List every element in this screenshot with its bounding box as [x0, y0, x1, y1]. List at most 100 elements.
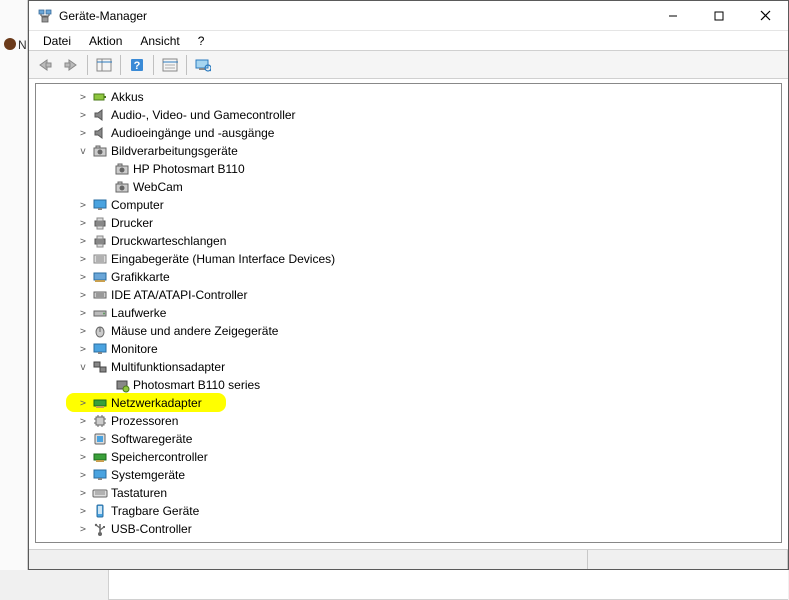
- tree-item-storage[interactable]: > Speichercontroller: [36, 448, 781, 466]
- tree-label: Multifunktionsadapter: [111, 360, 225, 374]
- window-controls: [650, 1, 788, 30]
- chevron-right-icon[interactable]: >: [76, 236, 90, 247]
- chevron-right-icon[interactable]: >: [76, 128, 90, 139]
- minimize-button[interactable]: [650, 1, 696, 30]
- system-device-icon: [92, 467, 108, 483]
- tree-item-webcam[interactable]: WebCam: [36, 178, 781, 196]
- background-panel: [0, 0, 28, 570]
- tree-item-ide[interactable]: > IDE ATA/ATAPI-Controller: [36, 286, 781, 304]
- menu-action[interactable]: Aktion: [81, 33, 130, 49]
- tree-item-printqueue[interactable]: > Druckwarteschlangen: [36, 232, 781, 250]
- tree-label: Mäuse und andere Zeigegeräte: [111, 324, 278, 338]
- tree-label: Netzwerkadapter: [111, 396, 202, 410]
- show-hide-tree-button[interactable]: [92, 54, 116, 76]
- tree-item-mice[interactable]: > Mäuse und andere Zeigegeräte: [36, 322, 781, 340]
- background-app-letter: N: [18, 38, 27, 52]
- properties-button[interactable]: [158, 54, 182, 76]
- window-icon: [37, 8, 53, 24]
- tree-label: Grafikkarte: [111, 270, 170, 284]
- tree-item-photosmart-series[interactable]: Photosmart B110 series: [36, 376, 781, 394]
- tree-label: Eingabegeräte (Human Interface Devices): [111, 252, 335, 266]
- tree-item-akkus[interactable]: > Akkus: [36, 88, 781, 106]
- tree-item-audioio[interactable]: > Audioeingänge und -ausgänge: [36, 124, 781, 142]
- chevron-right-icon[interactable]: >: [76, 344, 90, 355]
- chevron-right-icon[interactable]: >: [76, 200, 90, 211]
- svg-text:?: ?: [134, 60, 141, 72]
- usb-icon: [92, 521, 108, 537]
- maximize-button[interactable]: [696, 1, 742, 30]
- tree-item-hp-photosmart[interactable]: HP Photosmart B110: [36, 160, 781, 178]
- tree-label: Audio-, Video- und Gamecontroller: [111, 108, 296, 122]
- tree-item-cpu[interactable]: > Prozessoren: [36, 412, 781, 430]
- scan-hardware-button[interactable]: [191, 54, 215, 76]
- chevron-right-icon[interactable]: >: [76, 524, 90, 535]
- chevron-right-icon[interactable]: >: [76, 272, 90, 283]
- chevron-down-icon[interactable]: v: [76, 362, 90, 373]
- help-button[interactable]: ?: [125, 54, 149, 76]
- tree-label: Photosmart B110 series: [133, 378, 260, 392]
- chevron-right-icon[interactable]: >: [76, 470, 90, 481]
- tree-label: Tastaturen: [111, 486, 167, 500]
- toolbar-separator: [120, 55, 121, 75]
- tree-item-graphics[interactable]: > Grafikkarte: [36, 268, 781, 286]
- network-adapter-icon: [92, 395, 108, 411]
- menu-help[interactable]: ?: [190, 33, 213, 49]
- titlebar: Geräte-Manager: [29, 1, 788, 31]
- menu-file[interactable]: Datei: [35, 33, 79, 49]
- chevron-right-icon[interactable]: >: [76, 110, 90, 121]
- chevron-down-icon[interactable]: v: [76, 146, 90, 157]
- device-tree: > Akkus > Audio-, Video- und Gamecontrol…: [36, 84, 781, 542]
- tree-label: USB-Controller: [111, 522, 192, 536]
- tree-item-imaging[interactable]: v Bildverarbeitungsgeräte: [36, 142, 781, 160]
- tree-item-keyboards[interactable]: > Tastaturen: [36, 484, 781, 502]
- tree-label: Drucker: [111, 216, 153, 230]
- drive-icon: [92, 305, 108, 321]
- tree-label: Prozessoren: [111, 414, 178, 428]
- tree-item-system[interactable]: > Systemgeräte: [36, 466, 781, 484]
- chevron-right-icon[interactable]: >: [76, 488, 90, 499]
- printer-icon: [92, 215, 108, 231]
- cpu-icon: [92, 413, 108, 429]
- tree-item-audio[interactable]: > Audio-, Video- und Gamecontroller: [36, 106, 781, 124]
- forward-button[interactable]: [59, 54, 83, 76]
- chevron-right-icon[interactable]: >: [76, 434, 90, 445]
- tree-label: Speichercontroller: [111, 450, 208, 464]
- speaker-icon: [92, 125, 108, 141]
- device-tree-container[interactable]: > Akkus > Audio-, Video- und Gamecontrol…: [35, 83, 782, 543]
- tree-label: HP Photosmart B110: [133, 162, 245, 176]
- chevron-right-icon[interactable]: >: [76, 326, 90, 337]
- tree-item-computer[interactable]: > Computer: [36, 196, 781, 214]
- tree-item-multifunc[interactable]: v Multifunktionsadapter: [36, 358, 781, 376]
- statusbar: [29, 549, 788, 569]
- tree-item-software[interactable]: > Softwaregeräte: [36, 430, 781, 448]
- chevron-right-icon[interactable]: >: [76, 254, 90, 265]
- tree-item-drives[interactable]: > Laufwerke: [36, 304, 781, 322]
- storage-controller-icon: [92, 449, 108, 465]
- chevron-right-icon[interactable]: >: [76, 416, 90, 427]
- keyboard-icon: [92, 485, 108, 501]
- tree-label: Akkus: [111, 90, 144, 104]
- chevron-right-icon[interactable]: >: [76, 290, 90, 301]
- toolbar: ?: [29, 51, 788, 79]
- multifunction-device-icon: [114, 377, 130, 393]
- tree-item-monitors[interactable]: > Monitore: [36, 340, 781, 358]
- back-button[interactable]: [33, 54, 57, 76]
- chevron-right-icon[interactable]: >: [76, 452, 90, 463]
- tree-item-printer[interactable]: > Drucker: [36, 214, 781, 232]
- chevron-right-icon[interactable]: >: [76, 308, 90, 319]
- menu-view[interactable]: Ansicht: [132, 33, 187, 49]
- close-button[interactable]: [742, 1, 788, 30]
- chevron-right-icon[interactable]: >: [76, 218, 90, 229]
- tree-label: Softwaregeräte: [111, 432, 192, 446]
- tree-item-usb[interactable]: > USB-Controller: [36, 520, 781, 538]
- tree-label: Audioeingänge und -ausgänge: [111, 126, 274, 140]
- tree-label: Systemgeräte: [111, 468, 185, 482]
- multifunction-icon: [92, 359, 108, 375]
- chevron-right-icon[interactable]: >: [76, 506, 90, 517]
- chevron-right-icon[interactable]: >: [76, 398, 90, 409]
- tree-item-portable[interactable]: > Tragbare Geräte: [36, 502, 781, 520]
- hid-icon: [92, 251, 108, 267]
- chevron-right-icon[interactable]: >: [76, 92, 90, 103]
- tree-item-network-adapters[interactable]: > Netzwerkadapter: [36, 394, 781, 412]
- tree-item-hid[interactable]: > Eingabegeräte (Human Interface Devices…: [36, 250, 781, 268]
